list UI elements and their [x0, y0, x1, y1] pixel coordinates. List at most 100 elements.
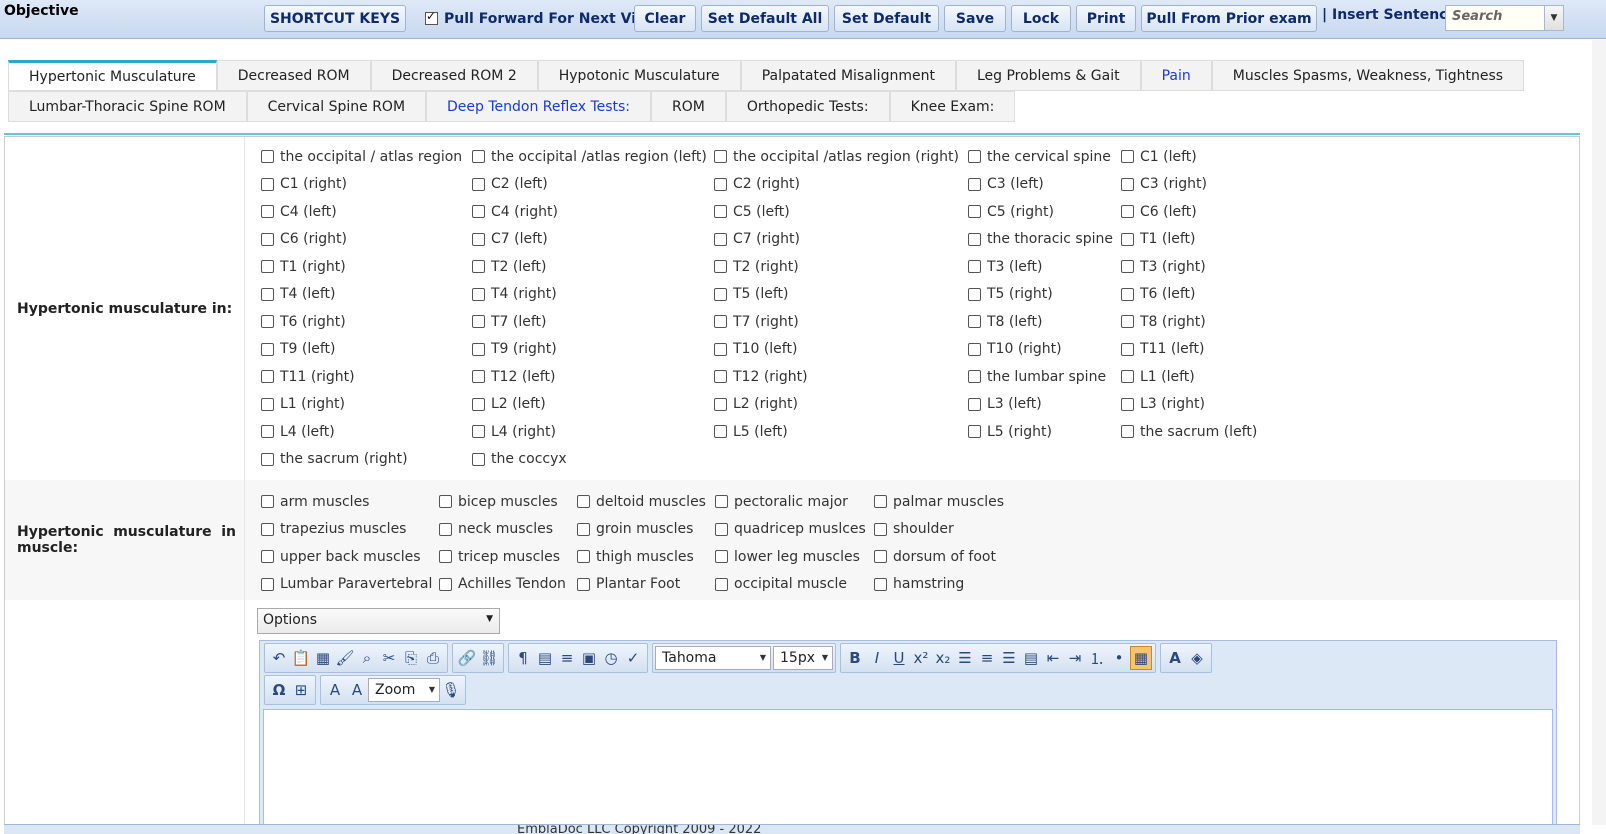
checkbox-option[interactable]: C1 (left) — [1121, 143, 1261, 171]
options-select[interactable]: Options — [257, 608, 500, 634]
increase-font-icon[interactable]: A — [346, 678, 368, 702]
checkbox[interactable] — [472, 287, 485, 301]
checkbox[interactable] — [261, 522, 274, 536]
checkbox[interactable] — [714, 287, 727, 301]
checkbox-option[interactable]: L2 (right) — [714, 391, 968, 419]
ordered-list-icon[interactable]: ⒈ — [1086, 646, 1108, 670]
checkbox-option[interactable]: occipital muscle — [715, 571, 874, 599]
checkbox-option[interactable]: T1 (left) — [1121, 226, 1261, 254]
tab-hypertonic-musculature[interactable]: Hypertonic Musculature — [8, 60, 217, 91]
checkbox-option[interactable]: Achilles Tendon — [439, 571, 577, 599]
tab-rom[interactable]: ROM — [651, 91, 726, 122]
checkbox-option[interactable]: C5 (right) — [968, 198, 1121, 226]
checkbox[interactable] — [714, 315, 727, 329]
checkbox-option[interactable]: T11 (left) — [1121, 336, 1261, 364]
checkbox[interactable] — [472, 425, 485, 439]
font-family-select[interactable]: Tahoma — [655, 646, 771, 670]
checkbox-option[interactable]: C3 (left) — [968, 171, 1121, 199]
checkbox-option[interactable]: deltoid muscles — [577, 488, 715, 516]
tab-decreased-rom-2[interactable]: Decreased ROM 2 — [370, 60, 538, 91]
italic-icon[interactable]: I — [866, 646, 888, 670]
checkbox-option[interactable]: the thoracic spine — [968, 226, 1121, 254]
chevron-down-icon[interactable]: ▼ — [1544, 5, 1564, 31]
checkbox-option[interactable]: the cervical spine — [968, 143, 1121, 171]
checkbox-option[interactable]: T2 (left) — [472, 253, 714, 281]
checkbox-option[interactable]: the occipital / atlas region — [261, 143, 472, 171]
checkbox[interactable] — [715, 577, 728, 591]
scrollbar[interactable] — [1592, 40, 1606, 825]
checkbox-option[interactable]: Plantar Foot — [577, 571, 715, 599]
checkbox[interactable] — [714, 397, 727, 411]
checkbox[interactable] — [714, 177, 727, 191]
checkbox-option[interactable]: arm muscles — [261, 488, 439, 516]
checkbox-option[interactable]: L2 (left) — [472, 391, 714, 419]
tab-deep-tendon-reflex-tests[interactable]: Deep Tendon Reflex Tests: — [426, 91, 652, 122]
checkbox[interactable] — [261, 370, 274, 384]
checkbox-option[interactable]: T7 (right) — [714, 308, 968, 336]
checkbox[interactable] — [261, 260, 274, 274]
justify-icon[interactable]: ▤ — [1020, 646, 1042, 670]
checkbox[interactable] — [714, 342, 727, 356]
checkbox-option[interactable]: T8 (left) — [968, 308, 1121, 336]
checkbox[interactable] — [472, 370, 485, 384]
checkbox-option[interactable]: T11 (right) — [261, 363, 472, 391]
checkbox-option[interactable]: the coccyx — [472, 446, 714, 474]
checkbox-option[interactable]: C7 (right) — [714, 226, 968, 254]
paste-text-icon[interactable]: ⎙ — [422, 646, 444, 670]
checkbox[interactable] — [261, 177, 274, 191]
checkbox-option[interactable]: bicep muscles — [439, 488, 577, 516]
checkbox[interactable] — [472, 205, 485, 219]
checkbox[interactable] — [874, 495, 887, 509]
checkbox-option[interactable]: T1 (right) — [261, 253, 472, 281]
checkbox[interactable] — [261, 452, 274, 466]
checkbox[interactable] — [714, 150, 727, 164]
outdent-icon[interactable]: ⇤ — [1042, 646, 1064, 670]
search-input[interactable]: Search — [1445, 5, 1545, 31]
checkbox-option[interactable]: C6 (right) — [261, 226, 472, 254]
checkbox[interactable] — [715, 522, 728, 536]
align-center-icon[interactable]: ≡ — [976, 646, 998, 670]
microphone-icon[interactable]: 🎙 — [440, 678, 462, 702]
cut-icon[interactable]: ✂ — [378, 646, 400, 670]
link-icon[interactable]: 🔗 — [456, 646, 478, 670]
checkbox[interactable] — [968, 177, 981, 191]
checkbox[interactable] — [874, 522, 887, 536]
checkbox-option[interactable]: the sacrum (right) — [261, 446, 472, 474]
checkbox-option[interactable]: neck muscles — [439, 516, 577, 544]
checkbox[interactable] — [874, 550, 887, 564]
checkbox[interactable] — [261, 577, 274, 591]
tab-decreased-rom[interactable]: Decreased ROM — [216, 60, 371, 91]
set-default-all-button[interactable]: Set Default All — [701, 5, 829, 32]
checkbox-option[interactable]: thigh muscles — [577, 543, 715, 571]
checkbox[interactable] — [968, 287, 981, 301]
checkbox-option[interactable]: T4 (left) — [261, 281, 472, 309]
checkbox-option[interactable]: trapezius muscles — [261, 516, 439, 544]
checkbox[interactable] — [968, 370, 981, 384]
checkbox-option[interactable]: T5 (right) — [968, 281, 1121, 309]
checkbox-option[interactable]: T4 (right) — [472, 281, 714, 309]
checkbox-option[interactable]: T10 (right) — [968, 336, 1121, 364]
print-button[interactable]: Print — [1076, 5, 1136, 32]
checkbox-option[interactable]: pectoralic major — [715, 488, 874, 516]
checkbox-option[interactable]: C3 (right) — [1121, 171, 1261, 199]
document-icon[interactable]: ▤ — [534, 646, 556, 670]
checkbox-option[interactable]: the occipital /atlas region (left) — [472, 143, 714, 171]
checkbox[interactable] — [874, 577, 887, 591]
decrease-font-icon[interactable]: A — [324, 678, 346, 702]
checkbox-option[interactable]: T10 (left) — [714, 336, 968, 364]
checkbox[interactable] — [472, 342, 485, 356]
checkbox[interactable] — [968, 342, 981, 356]
checkbox-option[interactable]: the occipital /atlas region (right) — [714, 143, 968, 171]
checkbox-option[interactable]: C1 (right) — [261, 171, 472, 199]
checkbox-option[interactable]: L3 (right) — [1121, 391, 1261, 419]
checkbox-option[interactable]: C4 (right) — [472, 198, 714, 226]
superscript-icon[interactable]: x² — [910, 646, 932, 670]
checkbox-option[interactable]: C6 (left) — [1121, 198, 1261, 226]
checkbox-option[interactable]: T5 (left) — [714, 281, 968, 309]
checkbox-option[interactable]: T3 (right) — [1121, 253, 1261, 281]
table-icon[interactable]: ▦ — [312, 646, 334, 670]
tab-leg-problems-gait[interactable]: Leg Problems & Gait — [955, 60, 1141, 91]
tab-lumbar-thoracic-spine-rom[interactable]: Lumbar-Thoracic Spine ROM — [8, 91, 247, 122]
font-color-icon[interactable]: A — [1164, 646, 1186, 670]
checkbox-option[interactable]: dorsum of foot — [874, 543, 1014, 571]
